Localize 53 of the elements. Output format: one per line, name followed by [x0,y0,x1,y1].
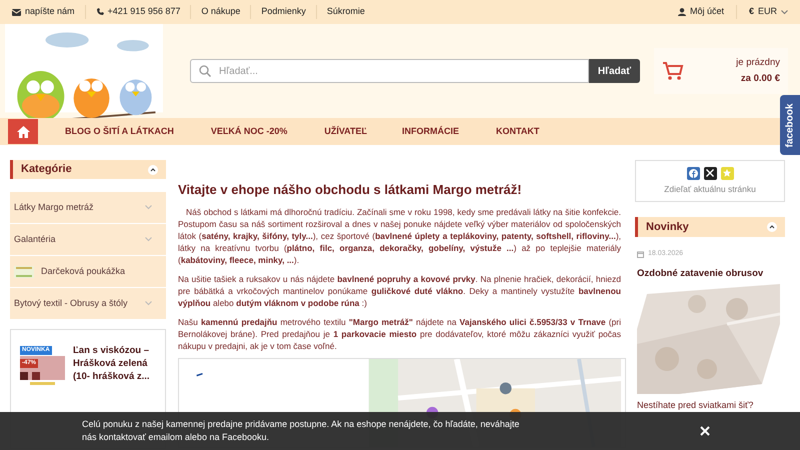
facebook-tab[interactable]: facebook [780,95,800,155]
cart-widget[interactable]: je prázdny za 0.00 € [654,48,788,94]
close-icon [700,426,710,436]
page-heading: Vitajte v ehope nášho obchodu s látkami Margo metráž! [178,181,523,199]
phone-icon [96,8,104,16]
paragraph: Našu kamennú predajňu metrového textilu "Margo metráž" nájdete na Vajanského ulici č.5953/33 v Trnave (pri Bernolákovej bráne). Pred predajňou je 1 parkovacie miesto pre dodávateľov, ktoré môžu zákazníci využiť počas nákupu v predajni, ak je v tom čase voľné. [178,316,621,352]
cart-icon [662,61,684,81]
nav-link[interactable]: UŽÍVATEĽ [324,124,368,138]
nav-link[interactable]: INFORMÁCIE [402,124,460,138]
top-link[interactable]: O nákupe [190,5,250,19]
chevron-icon [145,301,152,306]
panel-header[interactable]: Kategórie [10,160,166,179]
close-button[interactable] [698,424,712,438]
paragraph: Náš obchod s látkami má dlhoročnú tradíciu. Začínali sme v roku 1998, kedy sme predávali látky na šitie konfekcie. Postupom času sa náš sortiment rozširoval a dnes v našej ponuke nájdete veľký výber materiálov od spoločenských látok (satény, krajky, šifóny, tyly...), cez športové (bavlnené úplety a teplákoviny, patenty, softshell, rifloviny...), látky na kreatívnu tvorbu (plátno, filc, organza, dekoračky, gobelíny, výstuže ...) až po teplejšie materiály (kabátoviny, fleece, minky, ...). [178,206,621,266]
nav-link[interactable]: BLOG O ŠITÍ A LÁTKACH [65,124,174,138]
collapse-icon[interactable] [767,222,777,232]
top-link[interactable]: Podmienky [250,5,316,19]
category-item[interactable]: Bytový textil - Obrusy a štóly [10,288,166,319]
nav-link[interactable]: KONTAKT [496,124,540,138]
caret-icon [781,10,788,14]
share-label: Zdieľať aktuálnu stránku [664,182,756,196]
x-share-button[interactable] [704,166,716,180]
currency-symbol: € [748,5,754,18]
chevron-icon [145,205,152,210]
top-link[interactable]: napíšte nám [12,5,85,19]
voucher-thumbnail [14,266,34,278]
facebook-icon [688,168,698,178]
search-button[interactable]: Hľadať [588,59,640,83]
news-headline[interactable]: Ozdobné zatavenie obrusov [637,266,783,281]
nav-link[interactable]: VEĽKÁ NOC -20% [210,124,288,138]
mail-icon [12,8,21,16]
home-icon [16,126,30,138]
category-item[interactable]: Galantéria [10,224,166,255]
x-icon [706,169,714,178]
search-icon [199,65,211,77]
facebook-share-button[interactable] [686,166,700,180]
collapse-icon[interactable] [148,164,158,174]
account-link[interactable]: Môj účet [678,5,736,19]
user-icon [678,8,686,16]
cart-total: za 0.00 € [740,72,780,86]
category-item[interactable]: Látky Margo metráž [10,192,166,223]
calendar-icon [637,250,644,258]
star-icon [723,169,731,178]
cart-status: je prázdny [736,56,780,70]
chevron-icon [145,237,152,242]
top-link[interactable]: +421 915 956 877 [84,5,190,19]
home-button[interactable] [8,119,38,144]
paragraph: Na ušitie tašiek a ruksakov u nás nájdete bavlnené popruhy a kovové prvky. Na plnenie hračiek, dekorácií, hniezd pre bábätká a vrkočových mantinelov ponúkame guličkové duté vlákno. Deky a mantinely vystužíte bavlnenou výplňou alebo dutým vláknom v podobe rúna :) [178,272,621,308]
news-teaser: Nestíhate pred sviatkami šiť? [637,400,754,411]
panel-header[interactable]: Novinky [635,217,785,237]
category-item[interactable]: Darčeková poukážka [10,256,166,287]
top-link[interactable]: Súkromie [316,5,375,19]
currency-dropdown[interactable]: € EUR [736,5,788,19]
